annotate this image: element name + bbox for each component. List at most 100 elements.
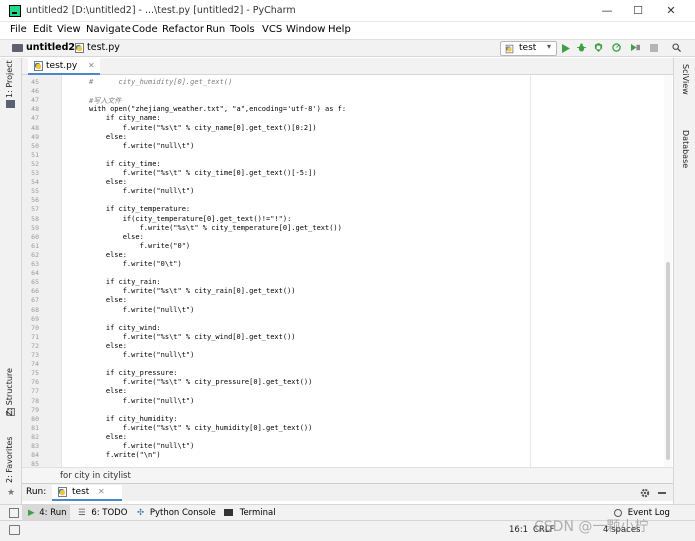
code-line: f.write("%s\t" % city_time[0].get_text()… — [89, 169, 317, 177]
line-number: 54 — [31, 178, 39, 187]
line-number: 48 — [31, 105, 39, 114]
status-bar: 16:1 CRLF 4 spaces CSDN @一颗小柠 — [0, 519, 695, 541]
close-button[interactable]: ✕ — [660, 3, 682, 19]
menu-window[interactable]: Window — [286, 24, 325, 35]
menu-refactor[interactable]: Refactor — [162, 24, 204, 35]
run-tool-tab[interactable]: ▶ 4: Run — [22, 505, 70, 521]
code-line: f.write("%s\t" % city_rain[0].get_text()… — [89, 287, 296, 296]
menu-file[interactable]: File — [10, 24, 27, 35]
code-breadcrumb[interactable]: for city in citylist — [60, 471, 131, 481]
watermark: CSDN @一颗小柠 — [534, 519, 649, 535]
menu-vcs[interactable]: VCS — [262, 24, 282, 35]
hide-icon[interactable] — [658, 492, 666, 494]
menu-code[interactable]: Code — [132, 24, 158, 35]
terminal-tool-tab-label: Terminal — [239, 508, 276, 518]
code-line: else: — [89, 250, 127, 259]
python-console-icon: ✣ — [137, 508, 145, 518]
run-concurrency-icon[interactable] — [631, 43, 640, 52]
code-line: f.write("null\t") — [89, 351, 195, 359]
code-line: if(city_temperature[0].get_text()!="!"): — [89, 214, 292, 223]
run-tab-label: test — [72, 487, 90, 497]
line-number: 76 — [31, 378, 39, 387]
code-line: f.write("0") — [89, 241, 191, 250]
line-number: 63 — [31, 260, 39, 268]
line-number: 53 — [31, 169, 39, 177]
code-line: else: — [89, 387, 127, 396]
menu-view[interactable]: View — [57, 24, 81, 35]
code-line: # city_humidity[0].get_text() — [89, 78, 233, 86]
gear-icon[interactable] — [640, 488, 650, 498]
tab-test-py[interactable]: test.py ✕ — [28, 58, 100, 75]
line-number: 52 — [31, 159, 39, 168]
layout-icon[interactable] — [9, 525, 20, 535]
python-console-tool-tab[interactable]: ✣ Python Console — [137, 505, 216, 521]
line-number-gutter: 45 46 47 48 47 48 49 50 51 52 53 54 55 56 57 58 59 60 61 62… — [22, 75, 62, 467]
title-bar: untitled2 [D:\untitled2] - ...\test.py [… — [0, 0, 695, 22]
favorites-tool-button[interactable]: 2: Favorites — [5, 437, 14, 483]
code-line: if city_temperature: — [89, 205, 191, 214]
line-number: 57 — [31, 205, 39, 214]
code-line: if city_wind: — [89, 323, 161, 332]
editor-scrollbar-thumb[interactable] — [666, 262, 670, 460]
close-tab-icon[interactable]: ✕ — [88, 61, 95, 70]
right-tool-strip: SciView Database — [673, 58, 695, 510]
close-tab-icon[interactable]: ✕ — [98, 487, 105, 496]
line-number: 47 — [31, 96, 39, 105]
database-tool-button[interactable]: Database — [681, 130, 690, 168]
stop-icon[interactable] — [650, 44, 658, 52]
debug-icon[interactable] — [577, 43, 586, 52]
line-number: 62 — [31, 250, 39, 259]
line-number: 81 — [31, 423, 39, 432]
line-number: 82 — [31, 432, 39, 441]
line-number: 85 — [31, 460, 39, 467]
pycharm-logo-icon — [9, 5, 21, 17]
line-number: 47 — [31, 114, 39, 123]
code-line: with open("zhejiang_weather.txt", "a",en… — [89, 105, 347, 114]
project-tool-button[interactable]: 1: Project — [5, 60, 14, 98]
menu-help[interactable]: Help — [328, 24, 351, 35]
code-editor[interactable]: # city_humidity[0].get_text() #写入文件 with o… — [63, 75, 669, 467]
code-line: f.write("%s\t" % city_name[0].get_text()… — [89, 123, 317, 132]
caret-position[interactable]: 16:1 — [509, 525, 528, 535]
menu-edit[interactable]: Edit — [33, 24, 52, 35]
todo-icon: ☰ — [78, 508, 86, 518]
breadcrumb-file[interactable]: test.py — [87, 42, 120, 53]
line-number: 79 — [31, 405, 39, 414]
sciview-tool-button[interactable]: SciView — [681, 64, 690, 95]
right-margin-guide — [530, 75, 531, 467]
line-number: 77 — [31, 387, 39, 396]
profile-icon[interactable] — [612, 43, 621, 52]
minimize-button[interactable]: — — [596, 3, 618, 19]
search-icon[interactable] — [672, 43, 681, 52]
menu-run[interactable]: Run — [206, 24, 225, 35]
line-number: 45 — [31, 78, 39, 86]
code-line: if city_rain: — [89, 278, 161, 287]
coverage-icon[interactable] — [594, 43, 603, 52]
line-number: 49 — [31, 132, 39, 141]
maximize-button[interactable]: ☐ — [627, 3, 649, 19]
structure-tool-button[interactable]: Z: Structure — [5, 368, 14, 416]
code-line: else: — [89, 232, 144, 241]
run-tab-test[interactable]: test ✕ — [52, 485, 122, 501]
run-label: Run: — [26, 487, 47, 497]
menu-navigate[interactable]: Navigate — [86, 24, 131, 35]
code-line: f.write("null\t") — [89, 305, 195, 314]
run-icon[interactable] — [561, 44, 570, 53]
terminal-tool-tab[interactable]: Terminal — [224, 505, 276, 521]
line-number: 78 — [31, 396, 39, 405]
todo-tool-tab[interactable]: ☰ 6: TODO — [78, 505, 127, 521]
code-line: else: — [89, 296, 127, 305]
code-line: f.write("null\t") — [89, 187, 195, 196]
code-line: f.write("%s\t" % city_pressure[0].get_te… — [89, 378, 313, 387]
menu-tools[interactable]: Tools — [230, 24, 255, 35]
line-number: 58 — [31, 214, 39, 223]
left-tool-strip: 1: Project Z: Structure ★ 2: Favorites — [0, 58, 22, 510]
toggle-tool-windows-icon[interactable] — [9, 508, 19, 518]
breadcrumb-project[interactable]: untitled2 — [26, 42, 75, 53]
run-configuration-select[interactable]: test ▾ — [500, 41, 557, 56]
line-number: 84 — [31, 451, 39, 460]
run-config-label: test — [519, 43, 537, 53]
code-line: if city_humidity: — [89, 414, 178, 423]
code-line: f.write("%s\t" % city_wind[0].get_text()… — [89, 332, 296, 341]
navigation-bar: untitled2 test.py test ▾ — [0, 39, 695, 57]
